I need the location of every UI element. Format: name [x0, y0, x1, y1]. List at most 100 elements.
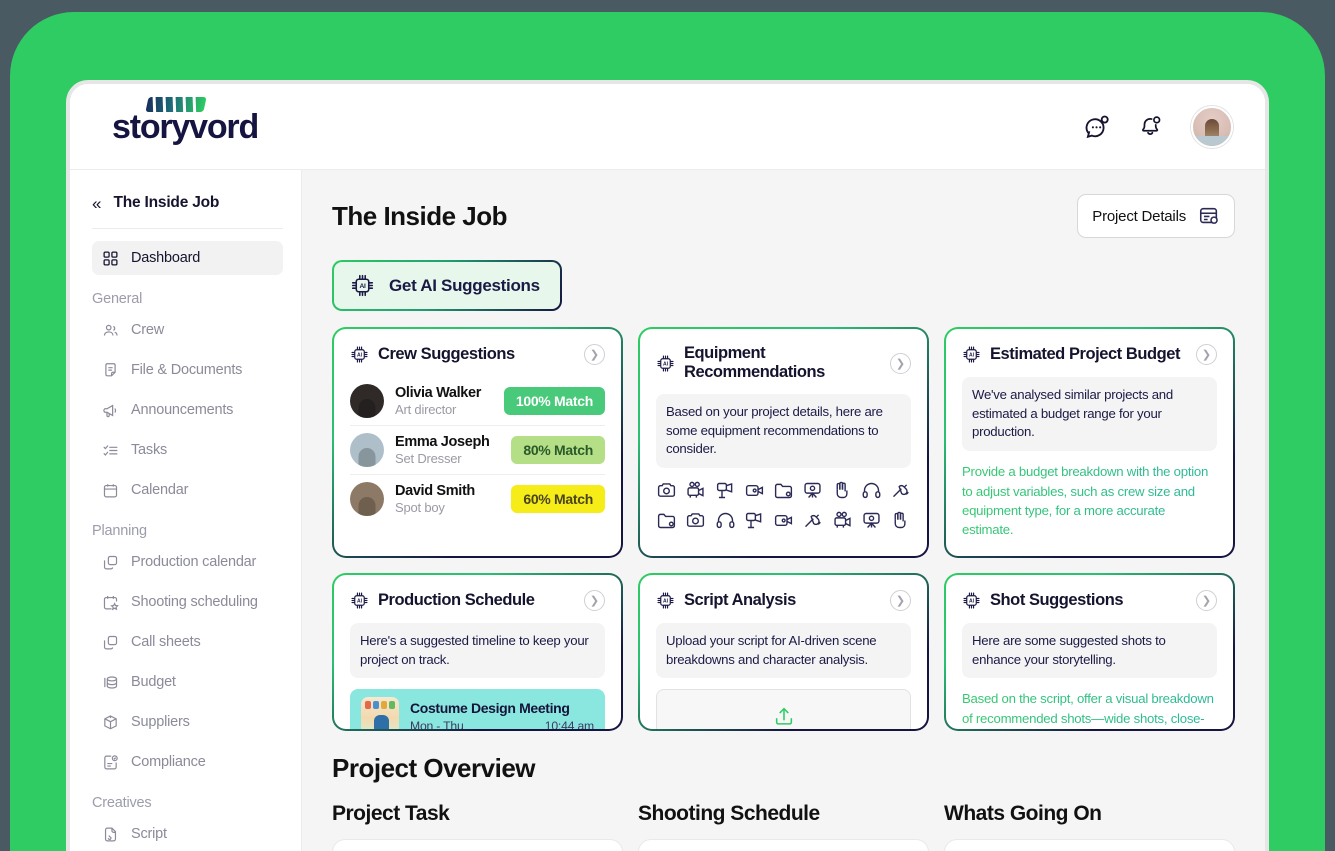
folder-media-icon[interactable]: [656, 510, 677, 531]
get-ai-suggestions-button[interactable]: AI Get AI Suggestions: [332, 260, 562, 311]
sidebar-item-label: Suppliers: [131, 714, 190, 730]
sidebar-project-header[interactable]: « The Inside Job: [92, 194, 283, 229]
ai-card-crew-suggestions: AI Crew Suggestions ❯ Olivia Walker Art …: [332, 327, 623, 558]
sidebar-item-label: Budget: [131, 674, 176, 690]
sidebar-section-general: General: [92, 291, 283, 307]
sidebar-item-compliance[interactable]: Compliance: [92, 745, 283, 779]
storyvord-logo[interactable]: storyvord: [112, 110, 258, 144]
schedule-event-item[interactable]: Costume Design Meeting Mon - Thu 10:44 a…: [350, 689, 605, 731]
sidebar-item-budget[interactable]: Budget: [92, 665, 283, 699]
budget-coins-icon: [102, 674, 119, 691]
script-upload-dropzone[interactable]: Upload: [656, 689, 911, 731]
sidebar-item-suppliers[interactable]: Suppliers: [92, 705, 283, 739]
ai-card-script-analysis: AI Script Analysis ❯ Upload your script …: [638, 573, 929, 731]
main-content: The Inside Job Project Details AI Get AI…: [302, 170, 1265, 851]
headphones-icon[interactable]: [861, 480, 882, 501]
sidebar-item-dashboard[interactable]: Dashboard: [92, 241, 283, 275]
sidebar-item-call-sheets[interactable]: Call sheets: [92, 625, 283, 659]
card-title: Production Schedule: [378, 591, 575, 610]
studio-light-icon[interactable]: [715, 480, 736, 501]
sidebar-item-label: Calendar: [131, 482, 188, 498]
chevron-right-icon[interactable]: ❯: [1196, 590, 1217, 611]
chevron-right-icon[interactable]: ❯: [584, 590, 605, 611]
ai-chip-icon: AI: [350, 273, 375, 298]
sidebar-item-production-calendar[interactable]: Production calendar: [92, 545, 283, 579]
equipment-icon-row: [656, 510, 911, 531]
svg-text:AI: AI: [357, 352, 363, 358]
boom-mic-icon[interactable]: [802, 510, 823, 531]
card-header: AI Shot Suggestions ❯: [962, 590, 1217, 611]
avatar: [350, 384, 384, 418]
svg-text:AI: AI: [969, 598, 975, 604]
photo-camera-icon[interactable]: [685, 510, 706, 531]
notification-bell-icon[interactable]: [1137, 113, 1165, 141]
chevron-right-icon[interactable]: ❯: [584, 344, 605, 365]
chat-bubble-icon[interactable]: [1083, 113, 1111, 141]
sidebar-project-name: The Inside Job: [113, 194, 219, 212]
video-camera-icon[interactable]: [744, 480, 765, 501]
list-item[interactable]: Olivia Walker Art director 100% Match: [350, 377, 605, 426]
avatar: [350, 482, 384, 516]
card-description: Here's a suggested timeline to keep your…: [350, 623, 605, 678]
list-item[interactable]: David Smith Spot boy 60% Match: [350, 475, 605, 523]
ai-chip-icon: AI: [962, 345, 981, 364]
sidebar-item-crew[interactable]: Crew: [92, 313, 283, 347]
card-description: Here are some suggested shots to enhance…: [962, 623, 1217, 678]
list-item[interactable]: Emma Joseph Set Dresser 80% Match: [350, 426, 605, 475]
film-camera-icon[interactable]: [832, 510, 853, 531]
card-description: We've analysed similar projects and esti…: [962, 377, 1217, 451]
sidebar-item-tasks[interactable]: Tasks: [92, 433, 283, 467]
card-highlight-text: Provide a budget breakdown with the opti…: [962, 462, 1217, 540]
photo-camera-icon[interactable]: [656, 480, 677, 501]
card-header: AI Estimated Project Budget ❯: [962, 344, 1217, 365]
page-title: The Inside Job: [332, 201, 507, 232]
spotlight-icon[interactable]: [861, 510, 882, 531]
column-title: Project Task: [332, 802, 623, 826]
card-title: Estimated Project Budget: [990, 345, 1187, 364]
avatar: [350, 433, 384, 467]
card-title: Crew Suggestions: [378, 345, 575, 364]
studio-light-icon[interactable]: [744, 510, 765, 531]
crew-name: Olivia Walker: [395, 385, 493, 402]
project-details-button[interactable]: Project Details: [1077, 194, 1235, 238]
svg-text:AI: AI: [663, 598, 669, 604]
boom-mic-icon[interactable]: [890, 480, 911, 501]
document-icon: [102, 362, 119, 379]
chevron-right-icon[interactable]: ❯: [890, 590, 911, 611]
project-details-label: Project Details: [1092, 208, 1186, 225]
sidebar-item-file-documents[interactable]: File & Documents: [92, 353, 283, 387]
chevron-right-icon[interactable]: ❯: [890, 353, 911, 374]
chevron-right-icon[interactable]: ❯: [1196, 344, 1217, 365]
crew-name: Emma Joseph: [395, 434, 500, 451]
column-title: Shooting Schedule: [638, 802, 929, 826]
sidebar-item-calendar[interactable]: Calendar: [92, 473, 283, 507]
svg-text:AI: AI: [357, 598, 363, 604]
video-camera-icon[interactable]: [773, 510, 794, 531]
card-header: AI Production Schedule ❯: [350, 590, 605, 611]
box-package-icon: [102, 714, 119, 731]
card-highlight-text: Based on the script, offer a visual brea…: [962, 689, 1217, 731]
project-details-icon: [1198, 205, 1220, 227]
avatar[interactable]: [1191, 106, 1233, 148]
project-overview-grid: Project Task Add Task Task Name Status: [332, 802, 1235, 851]
sidebar-item-script[interactable]: Script: [92, 817, 283, 851]
clapperboard-icon: [145, 97, 206, 112]
card-description: Based on your project details, here are …: [656, 394, 911, 468]
sidebar-item-label: Compliance: [131, 754, 206, 770]
svg-text:AI: AI: [359, 283, 365, 290]
crew-list: Olivia Walker Art director 100% Match Em…: [350, 377, 605, 523]
shooting-schedule-card: Shooting Schedule Status: [638, 839, 929, 851]
top-bar: storyvord: [70, 84, 1265, 170]
headphones-icon[interactable]: [715, 510, 736, 531]
folder-media-icon[interactable]: [773, 480, 794, 501]
collapse-chevrons-icon[interactable]: «: [92, 195, 101, 212]
whats-going-on-card: Name Status: [944, 839, 1235, 851]
film-camera-icon[interactable]: [685, 480, 706, 501]
gloves-icon[interactable]: [832, 480, 853, 501]
sidebar-item-announcements[interactable]: Announcements: [92, 393, 283, 427]
gloves-icon[interactable]: [890, 510, 911, 531]
spotlight-icon[interactable]: [802, 480, 823, 501]
sidebar-item-shooting-scheduling[interactable]: Shooting scheduling: [92, 585, 283, 619]
sidebar-item-label: Dashboard: [131, 250, 200, 266]
project-overview-title: Project Overview: [332, 753, 1235, 784]
